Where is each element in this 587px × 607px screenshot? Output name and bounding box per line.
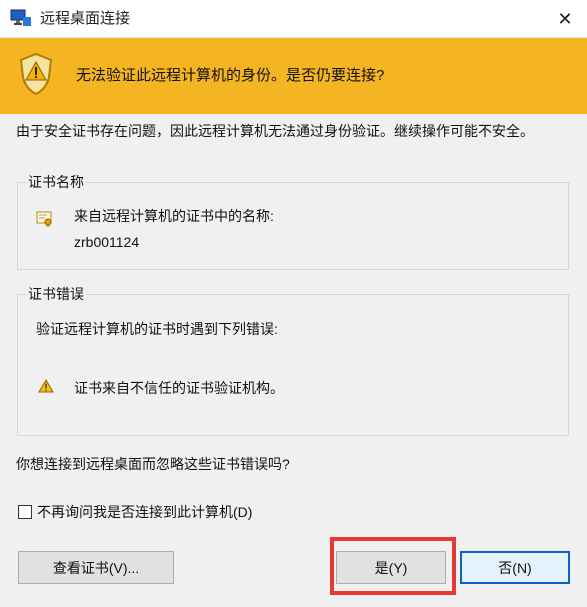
remote-desktop-icon [10, 9, 31, 26]
certificate-name-label: 来自远程计算机的证书中的名称: [74, 208, 274, 224]
confirmation-question: 你想连接到远程桌面而忽略这些证书错误吗? [16, 456, 290, 472]
shield-warning-icon [19, 52, 53, 96]
dont-ask-again-label[interactable]: 不再询问我是否连接到此计算机(D) [37, 503, 252, 521]
security-description: 由于安全证书存在问题，因此远程计算机无法通过身份验证。继续操作可能不安全。 [16, 123, 534, 139]
window-title: 远程桌面连接 [40, 10, 131, 27]
close-icon: ✕ [557, 8, 573, 29]
remote-desktop-dialog: 远程桌面连接 ✕ 无法验证此远程计算机的身份。是否仍要连接? 由于安全证书存在问… [0, 0, 587, 607]
certificate-error-legend: 证书错误 [26, 285, 86, 303]
warning-icon [38, 379, 54, 393]
certificate-name-group: 证书名称 来自远程计算机的证书中的名称: zrb001124 [17, 173, 569, 270]
yes-button[interactable]: 是(Y) [336, 551, 446, 584]
banner-message: 无法验证此远程计算机的身份。是否仍要连接? [76, 67, 385, 84]
view-certificate-button[interactable]: 查看证书(V)... [18, 551, 174, 584]
certificate-icon [36, 211, 52, 227]
certificate-error-group: 证书错误 验证远程计算机的证书时遇到下列错误: 证书来自不信任的证书验证机构。 [17, 285, 569, 436]
certificate-error-intro: 验证远程计算机的证书时遇到下列错误: [36, 321, 278, 337]
close-button[interactable]: ✕ [543, 0, 587, 38]
no-button[interactable]: 否(N) [460, 551, 570, 584]
dont-ask-again-option[interactable]: 不再询问我是否连接到此计算机(D) [18, 503, 252, 521]
dont-ask-again-checkbox[interactable] [18, 505, 32, 519]
title-bar[interactable]: 远程桌面连接 ✕ [0, 0, 587, 38]
warning-banner: 无法验证此远程计算机的身份。是否仍要连接? [0, 38, 587, 114]
certificate-error-item: 证书来自不信任的证书验证机构。 [74, 380, 284, 396]
certificate-name-legend: 证书名称 [26, 173, 86, 191]
certificate-name-value: zrb001124 [74, 234, 140, 250]
